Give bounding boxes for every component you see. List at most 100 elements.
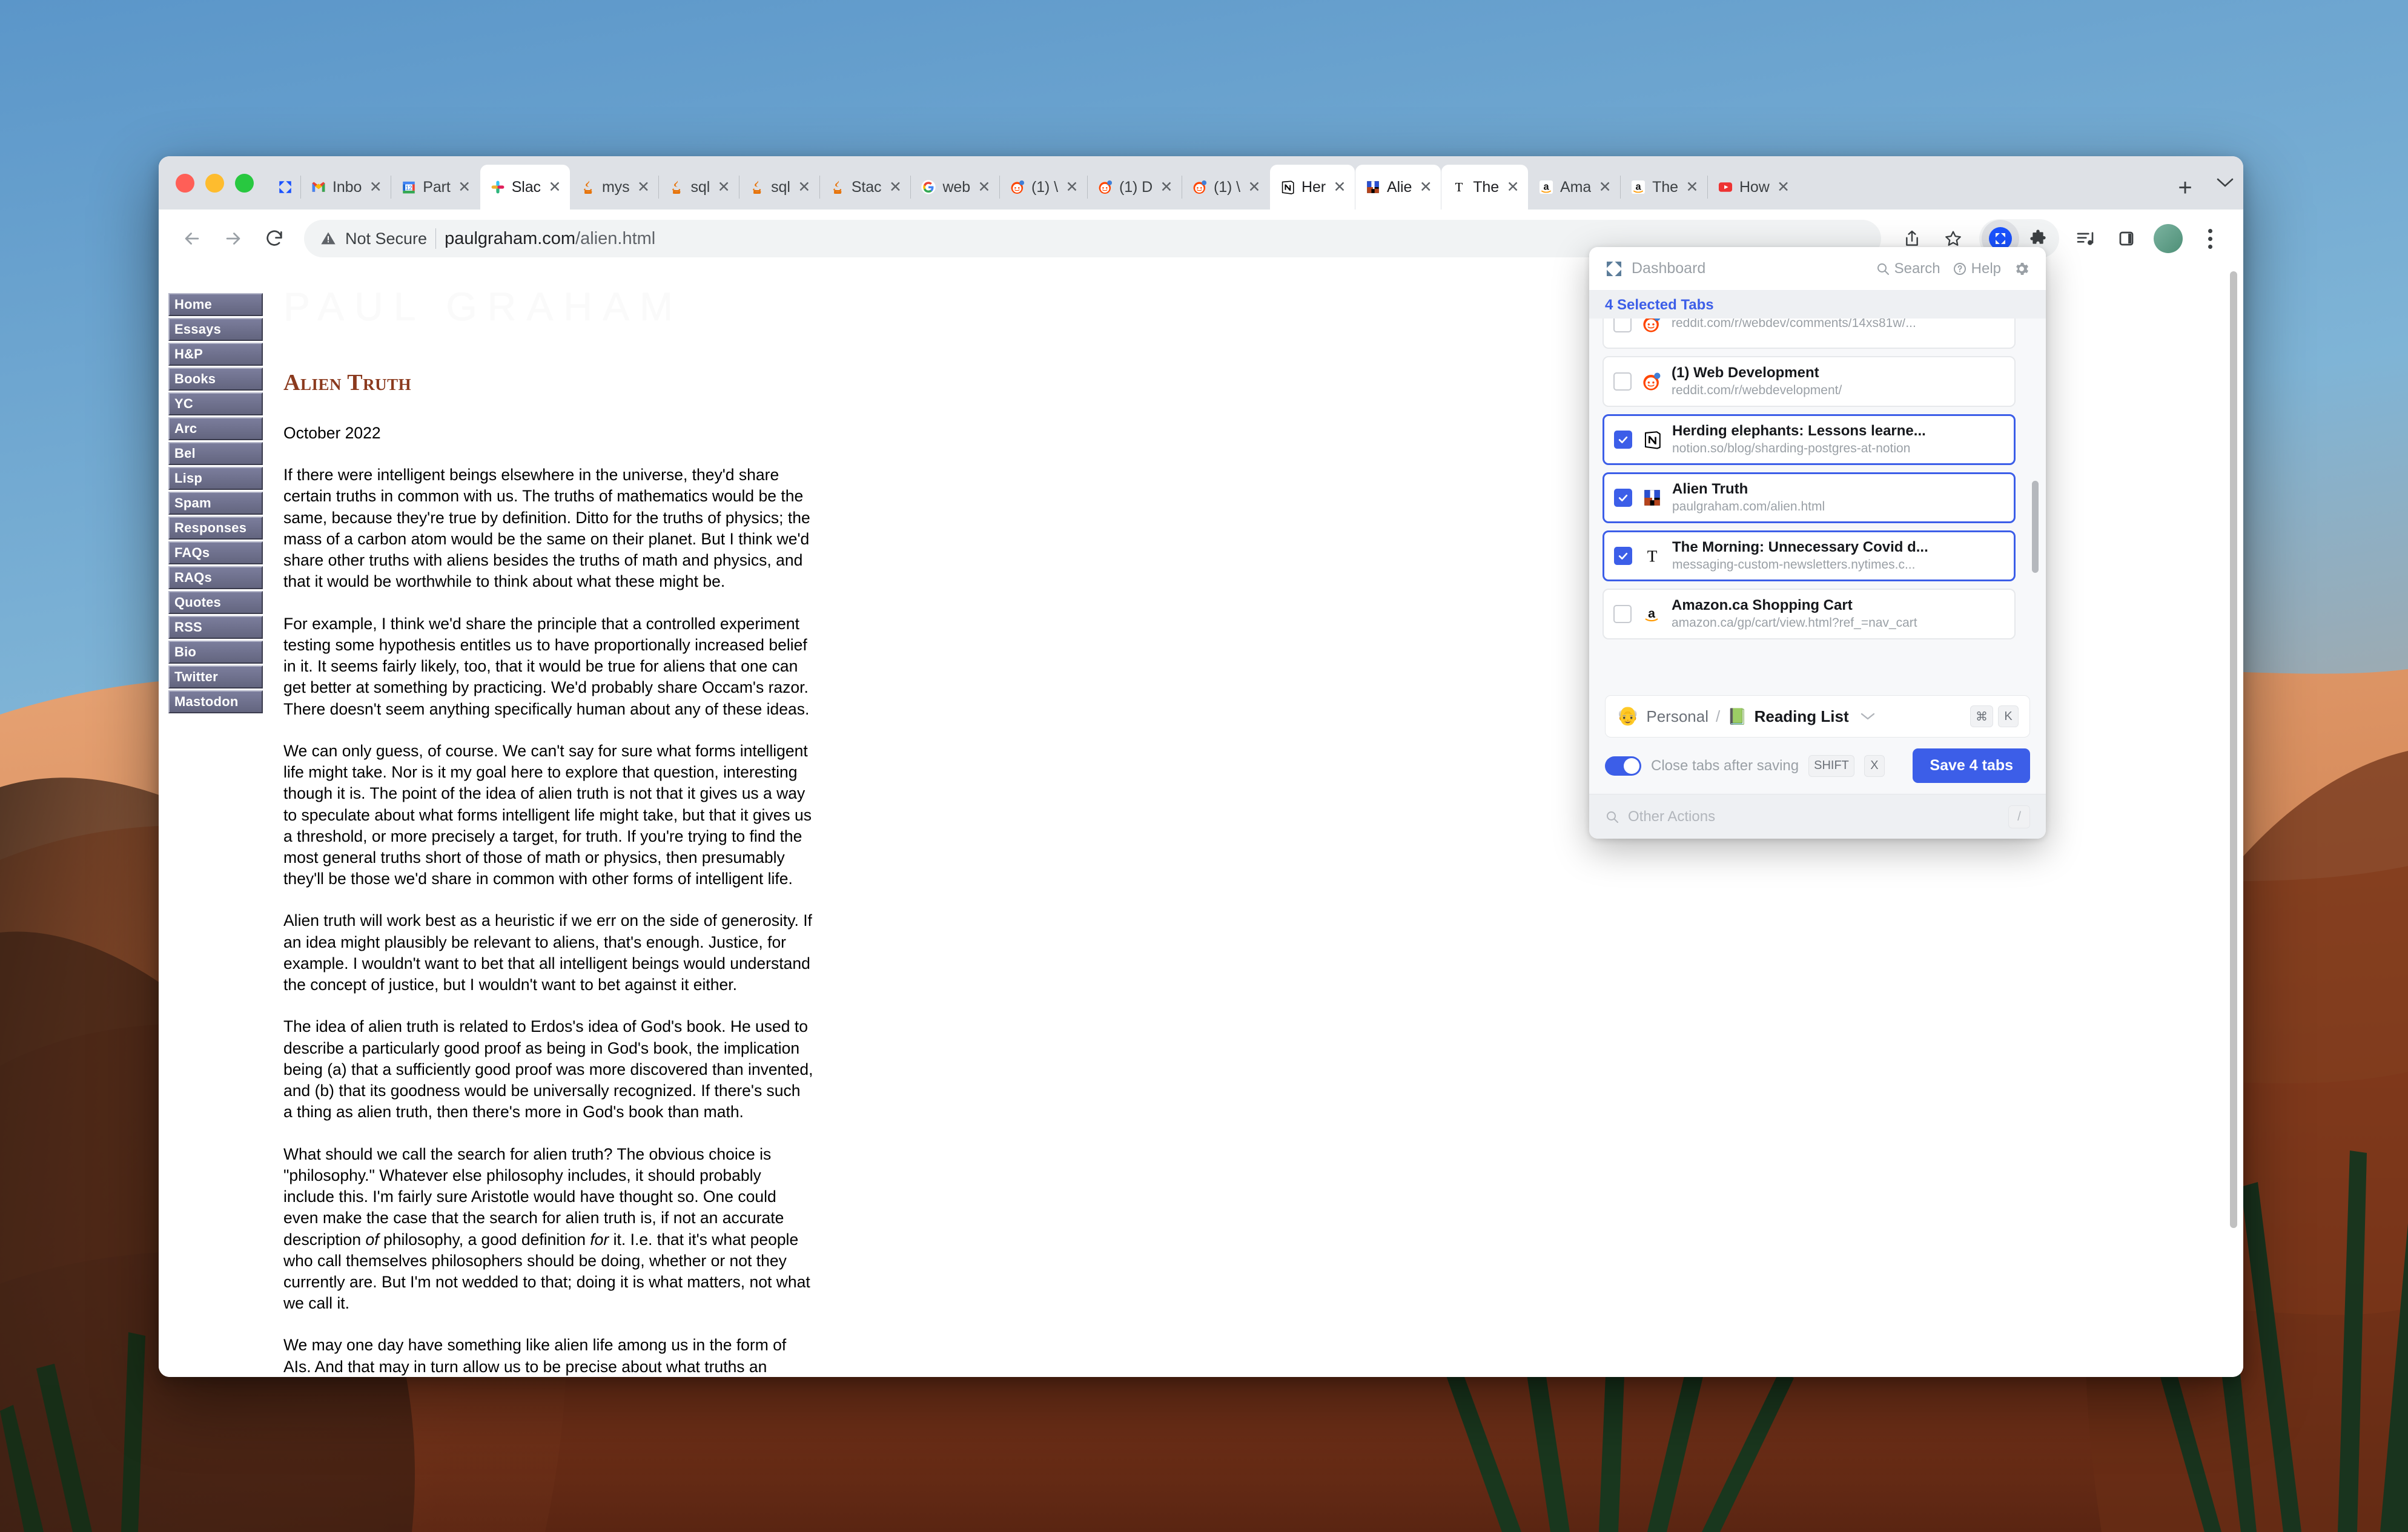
browser-tab[interactable]: T The ✕ <box>1441 165 1529 210</box>
tab-close-button[interactable]: ✕ <box>457 179 472 195</box>
site-nav-item[interactable]: Arc <box>168 417 263 440</box>
reddit-icon <box>1641 371 1662 392</box>
site-nav-item[interactable]: Lisp <box>168 467 263 490</box>
tab-close-button[interactable]: ✕ <box>716 179 732 195</box>
site-nav-item[interactable]: RSS <box>168 616 263 639</box>
browser-tab[interactable]: mys ✕ <box>571 165 659 210</box>
tab-close-button[interactable]: ✕ <box>976 179 992 195</box>
save-tabs-button[interactable]: Save 4 tabs <box>1913 748 2030 783</box>
browser-tab[interactable]: Her ✕ <box>1269 165 1355 210</box>
tab-row-url: reddit.com/r/webdevelopment/ <box>1672 383 1842 398</box>
site-nav-item[interactable]: RAQs <box>168 566 263 589</box>
browser-tab[interactable] <box>268 165 300 210</box>
three-dot-menu-icon[interactable] <box>2191 220 2229 257</box>
site-nav-item[interactable]: FAQs <box>168 541 263 564</box>
tab-row[interactable]: Herding elephants: Lessons learne... noti… <box>1603 414 2016 465</box>
other-actions-bar[interactable]: Other Actions / <box>1589 794 2046 839</box>
tab-row-checkbox[interactable] <box>1613 605 1632 623</box>
popup-help-button[interactable]: Help <box>1953 260 2001 277</box>
tab-close-button[interactable]: ✕ <box>1776 179 1791 195</box>
tab-close-button[interactable]: ✕ <box>1246 179 1262 195</box>
page-scrollbar-thumb[interactable] <box>2230 271 2237 1228</box>
tab-list-scrollbar-thumb[interactable] <box>2032 481 2039 573</box>
site-nav-item[interactable]: Bel <box>168 442 263 465</box>
site-nav-item[interactable]: Spam <box>168 492 263 515</box>
page-scrollbar[interactable] <box>2228 271 2240 1373</box>
tab-close-button[interactable]: ✕ <box>1418 179 1434 195</box>
forward-arrow-icon[interactable] <box>214 220 252 257</box>
tab-row[interactable]: Alien Truth paulgraham.com/alien.html <box>1603 472 2016 523</box>
popup-search-button[interactable]: Search <box>1876 260 1940 277</box>
site-nav-item[interactable]: Books <box>168 368 263 391</box>
close-tabs-toggle[interactable] <box>1605 756 1641 776</box>
site-nav-item[interactable]: YC <box>168 392 263 415</box>
youtube-icon <box>1718 179 1733 195</box>
tab-close-button[interactable]: ✕ <box>887 179 903 195</box>
browser-tab[interactable]: Stac ✕ <box>820 165 911 210</box>
site-nav-item[interactable]: Responses <box>168 517 263 540</box>
site-nav-item[interactable]: Bio <box>168 641 263 664</box>
destination-folder-name: Reading List <box>1754 707 1849 725</box>
browser-tab[interactable]: Alie ✕ <box>1355 165 1441 210</box>
tab-row-checkbox[interactable] <box>1614 489 1632 507</box>
profile-avatar[interactable] <box>2154 224 2183 253</box>
browser-tab[interactable]: a Ama ✕ <box>1529 165 1620 210</box>
maximize-window-button[interactable] <box>235 173 254 193</box>
site-nav-item[interactable]: Home <box>168 293 263 316</box>
close-window-button[interactable] <box>176 173 194 193</box>
tab-row-checkbox[interactable] <box>1614 547 1632 565</box>
tab-close-button[interactable]: ✕ <box>368 179 383 195</box>
tab-close-button[interactable]: ✕ <box>1597 179 1613 195</box>
new-tab-button[interactable]: + <box>2168 171 2202 205</box>
tab-close-button[interactable]: ✕ <box>1064 179 1080 195</box>
tab-close-button[interactable]: ✕ <box>1159 179 1174 195</box>
browser-tab[interactable]: (1) D ✕ <box>1088 165 1182 210</box>
tab-list-chevron-icon[interactable] <box>2207 156 2243 210</box>
tab-list-scrollbar[interactable] <box>2030 319 2041 688</box>
tab-row[interactable]: T The Morning: Unnecessary Covid d... mess… <box>1603 530 2016 581</box>
site-nav-item[interactable]: Essays <box>168 318 263 341</box>
browser-tab[interactable]: Slac ✕ <box>480 165 570 210</box>
tab-row-url: amazon.ca/gp/cart/view.html?ref_=nav_car… <box>1672 616 1917 630</box>
dashboard-link[interactable]: Dashboard <box>1632 260 1705 277</box>
site-nav-item[interactable]: Quotes <box>168 591 263 614</box>
partizion-logo-icon <box>1605 260 1623 278</box>
browser-tab[interactable]: sql ✕ <box>739 165 819 210</box>
browser-tab[interactable]: (1) \ ✕ <box>1000 165 1087 210</box>
tab-close-button[interactable]: ✕ <box>796 179 812 195</box>
destination-selector[interactable]: 👴 Personal / 📗 Reading List ⌘ K <box>1605 695 2030 738</box>
reload-icon[interactable] <box>256 220 293 257</box>
site-nav-item[interactable]: Twitter <box>168 665 263 688</box>
media-controls-icon[interactable] <box>2066 220 2104 257</box>
browser-tab[interactable]: 12 Part ✕ <box>391 165 479 210</box>
tab-row-checkbox[interactable] <box>1613 372 1632 391</box>
side-panel-icon[interactable] <box>2108 220 2145 257</box>
site-nav-item[interactable]: Mastodon <box>168 690 263 713</box>
tab-row[interactable]: reddit.com/r/webdev/comments/14xs81w/... <box>1603 319 2016 349</box>
tab-list[interactable]: reddit.com/r/webdev/comments/14xs81w/...… <box>1589 319 2030 688</box>
tab-close-button[interactable]: ✕ <box>547 179 563 195</box>
browser-tab[interactable]: Inbo ✕ <box>301 165 391 210</box>
tab-row-checkbox[interactable] <box>1614 431 1632 449</box>
tab-row[interactable]: (1) Web Development reddit.com/r/webdevel… <box>1603 356 2016 407</box>
tab-title: Her <box>1301 179 1326 195</box>
gear-icon[interactable] <box>2013 260 2030 277</box>
minimize-window-button[interactable] <box>205 173 224 193</box>
tab-close-button[interactable]: ✕ <box>635 179 651 195</box>
browser-tab[interactable]: sql ✕ <box>659 165 739 210</box>
browser-tab[interactable]: How ✕ <box>1708 165 1799 210</box>
browser-tab[interactable]: a The ✕ <box>1621 165 1707 210</box>
browser-tab[interactable]: (1) \ ✕ <box>1182 165 1269 210</box>
tab-row-checkbox[interactable] <box>1613 319 1632 332</box>
tab-close-button[interactable]: ✕ <box>1505 179 1521 195</box>
site-nav-item[interactable]: H&P <box>168 343 263 366</box>
essay-main-column: PAUL GRAHAM Alien Truth October 2022 If … <box>263 281 868 1377</box>
chevron-down-icon[interactable] <box>1860 712 1876 721</box>
browser-tab[interactable]: web ✕ <box>911 165 999 210</box>
window-traffic-lights <box>170 156 267 210</box>
tab-close-button[interactable]: ✕ <box>1684 179 1700 195</box>
back-arrow-icon[interactable] <box>173 220 211 257</box>
tab-row[interactable]: a Amazon.ca Shopping Cart amazon.ca/gp/car… <box>1603 589 2016 639</box>
tab-row-url: messaging-custom-newsletters.nytimes.c..… <box>1672 558 1916 572</box>
tab-close-button[interactable]: ✕ <box>1332 179 1348 195</box>
